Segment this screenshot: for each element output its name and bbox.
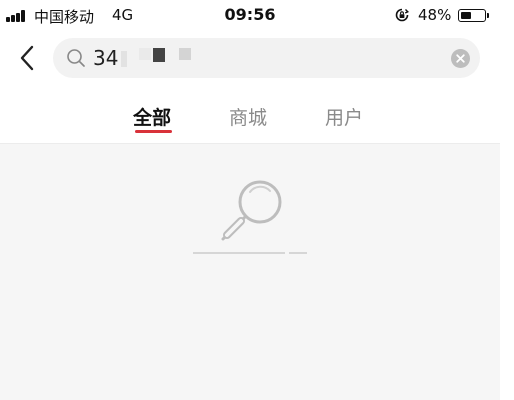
result-tabs: 全部 商城 用户 bbox=[0, 95, 500, 139]
chevron-left-icon bbox=[20, 45, 34, 71]
active-tab-indicator bbox=[135, 130, 172, 133]
empty-state-line bbox=[193, 252, 285, 254]
battery-percent: 48% bbox=[418, 6, 452, 24]
redacted-text-block bbox=[121, 51, 127, 67]
magnifier-empty-icon bbox=[221, 180, 282, 241]
status-bar: 中国移动 4G 09:56 48% bbox=[0, 0, 500, 32]
clear-search-button[interactable] bbox=[451, 49, 470, 68]
back-button[interactable] bbox=[14, 41, 40, 75]
rotation-lock-icon bbox=[395, 8, 409, 22]
tab-users[interactable]: 用户 bbox=[325, 103, 363, 130]
empty-state-line bbox=[289, 252, 307, 254]
search-bar[interactable] bbox=[53, 38, 480, 78]
tab-all[interactable]: 全部 bbox=[133, 103, 171, 130]
redacted-text-block bbox=[139, 48, 151, 60]
redacted-text-block bbox=[153, 48, 165, 62]
battery-cap bbox=[487, 13, 489, 18]
redacted-text-block bbox=[179, 48, 191, 60]
clear-icon bbox=[456, 54, 465, 63]
screen-edge bbox=[500, 0, 514, 400]
battery-icon bbox=[458, 9, 486, 22]
tab-mall[interactable]: 商城 bbox=[229, 103, 267, 130]
battery-level bbox=[461, 12, 471, 19]
app-screen: 中国移动 4G 09:56 48% 34 全部 商城 用户 bbox=[0, 0, 500, 400]
search-icon bbox=[67, 49, 85, 67]
